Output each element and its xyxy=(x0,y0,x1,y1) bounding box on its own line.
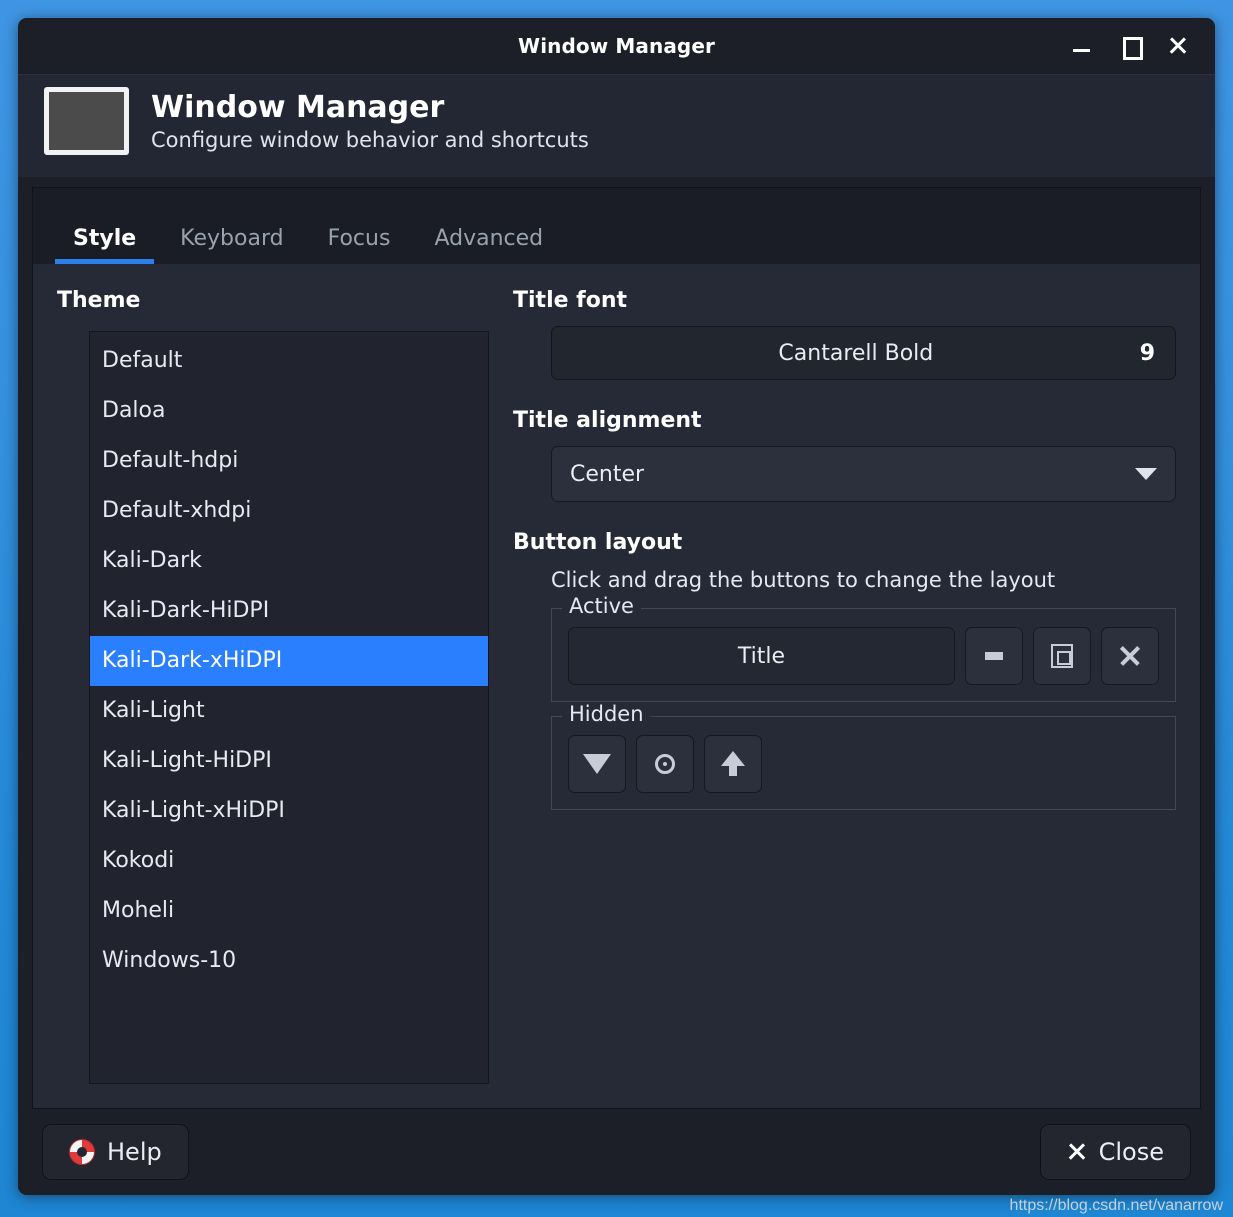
list-item[interactable]: Daloa xyxy=(90,386,488,436)
theme-list[interactable]: Default Daloa Default-hdpi Default-xhdpi… xyxy=(89,331,489,1084)
title-font-size: 9 xyxy=(1140,341,1155,366)
layout-menu-button[interactable] xyxy=(568,735,626,793)
hidden-group-legend: Hidden xyxy=(562,702,651,726)
button-layout-hint: Click and drag the buttons to change the… xyxy=(551,568,1176,592)
watermark: https://blog.csdn.net/vanarrow xyxy=(1010,1197,1223,1215)
list-item[interactable]: Kokodi xyxy=(90,836,488,886)
hidden-buttons-group: Hidden xyxy=(551,716,1176,810)
help-button-label: Help xyxy=(107,1138,162,1166)
list-item[interactable]: Default-hdpi xyxy=(90,436,488,486)
list-item[interactable]: Default-xhdpi xyxy=(90,486,488,536)
layout-close-button[interactable] xyxy=(1101,627,1159,685)
tab-focus[interactable]: Focus xyxy=(306,228,413,264)
header-text: Window Manager Configure window behavior… xyxy=(151,90,589,152)
layout-minimize-button[interactable] xyxy=(965,627,1023,685)
notebook: Style Keyboard Focus Advanced Theme Defa… xyxy=(32,187,1201,1109)
menu-down-icon xyxy=(583,754,611,774)
dialog-footer: Help Close xyxy=(18,1109,1215,1195)
title-font-button[interactable]: Cantarell Bold 9 xyxy=(551,326,1176,380)
active-buttons-group: Active Title xyxy=(551,608,1176,702)
style-options: Title font Cantarell Bold 9 Title alignm… xyxy=(513,288,1176,1084)
stick-dot-icon xyxy=(655,754,675,774)
button-layout-label: Button layout xyxy=(513,530,1176,555)
lifebuoy-icon xyxy=(69,1139,95,1165)
page-title: Window Manager xyxy=(151,90,589,125)
maximize-icon[interactable] xyxy=(1119,35,1141,57)
always-on-top-up-icon xyxy=(721,751,745,777)
list-item[interactable]: Kali-Light xyxy=(90,686,488,736)
title-font-label: Title font xyxy=(513,288,1176,313)
list-item[interactable]: Kali-Dark-HiDPI xyxy=(90,586,488,636)
layout-stick-button[interactable] xyxy=(636,735,694,793)
list-item[interactable]: Kali-Light-HiDPI xyxy=(90,736,488,786)
window-manager-window: Window Manager Window Manager Configure … xyxy=(18,18,1215,1195)
style-tab-panel: Theme Default Daloa Default-hdpi Default… xyxy=(33,264,1200,1108)
close-icon[interactable] xyxy=(1167,35,1189,57)
title-alignment-select[interactable]: Center xyxy=(551,446,1176,502)
minimize-icon xyxy=(985,652,1003,660)
hidden-button-row xyxy=(568,735,1159,793)
close-button[interactable]: Close xyxy=(1040,1124,1191,1180)
close-icon xyxy=(1118,644,1142,668)
list-item[interactable]: Windows-10 xyxy=(90,936,488,986)
close-button-label: Close xyxy=(1099,1138,1164,1166)
maximize-icon xyxy=(1051,644,1073,668)
theme-label: Theme xyxy=(57,288,489,313)
list-item[interactable]: Default xyxy=(90,336,488,386)
title-alignment-value: Center xyxy=(570,462,1135,487)
active-button-row: Title xyxy=(568,627,1159,685)
list-item[interactable]: Moheli xyxy=(90,886,488,936)
titlebar: Window Manager xyxy=(18,18,1215,74)
active-group-legend: Active xyxy=(562,594,641,618)
list-item[interactable]: Kali-Dark xyxy=(90,536,488,586)
help-button[interactable]: Help xyxy=(42,1124,189,1180)
list-item[interactable]: Kali-Light-xHiDPI xyxy=(90,786,488,836)
window-controls xyxy=(1071,35,1215,57)
minimize-icon[interactable] xyxy=(1071,35,1093,57)
layout-maximize-button[interactable] xyxy=(1033,627,1091,685)
titlebar-title: Window Manager xyxy=(18,34,1215,58)
tab-keyboard[interactable]: Keyboard xyxy=(158,228,305,264)
title-font-name: Cantarell Bold xyxy=(572,341,1140,366)
close-x-icon xyxy=(1067,1142,1087,1162)
dialog-header: Window Manager Configure window behavior… xyxy=(18,74,1215,177)
title-chip[interactable]: Title xyxy=(568,627,955,685)
tab-advanced[interactable]: Advanced xyxy=(412,228,565,264)
page-subtitle: Configure window behavior and shortcuts xyxy=(151,128,589,152)
window-preview-icon xyxy=(44,87,129,155)
title-alignment-label: Title alignment xyxy=(513,408,1176,433)
theme-section: Theme Default Daloa Default-hdpi Default… xyxy=(57,288,489,1084)
layout-ontop-button[interactable] xyxy=(704,735,762,793)
chevron-down-icon xyxy=(1135,468,1157,480)
list-item-selected[interactable]: Kali-Dark-xHiDPI xyxy=(90,636,488,686)
tab-style[interactable]: Style xyxy=(51,228,158,264)
tab-bar: Style Keyboard Focus Advanced xyxy=(33,188,1200,264)
